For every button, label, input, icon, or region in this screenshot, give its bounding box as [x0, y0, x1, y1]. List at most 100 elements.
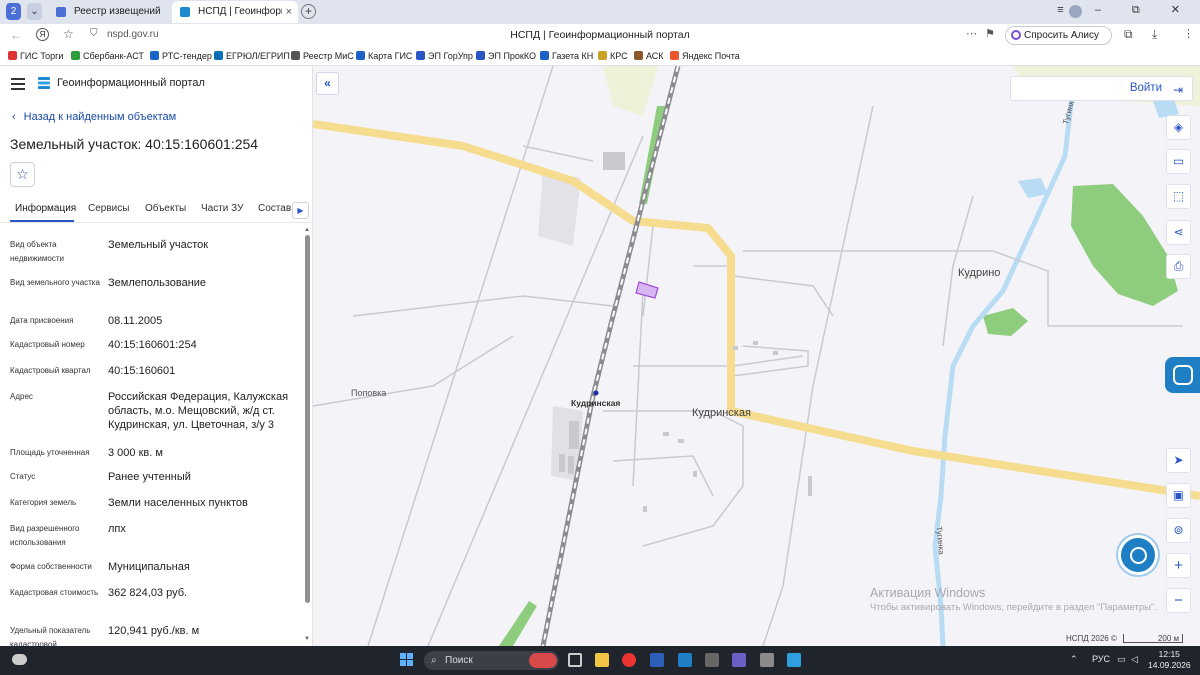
extensions-icon[interactable]: ⧉	[1124, 27, 1133, 42]
alice-button[interactable]: Спросить Алису AI	[1005, 26, 1112, 58]
bookmark-favicon-icon	[214, 51, 223, 60]
tabs-menu-chevron-icon[interactable]: ⌄	[27, 3, 42, 20]
bookmark-item[interactable]: Газета КН	[540, 51, 593, 61]
bookmark-favicon-icon	[291, 51, 300, 60]
back-arrow-icon[interactable]: ←	[10, 28, 22, 42]
collapse-panel-button[interactable]: «	[316, 72, 339, 95]
bookmark-item[interactable]: АСК	[634, 51, 664, 61]
tabs-next-arrow-icon[interactable]: ▶	[292, 202, 309, 219]
bookmark-item[interactable]: РТС-тендер	[150, 51, 212, 61]
hamburger-menu-icon[interactable]	[11, 78, 25, 90]
bookmark-item[interactable]: Реестр МиС	[291, 51, 354, 61]
bookmark-item[interactable]: Сбербанк-АСТ	[71, 51, 144, 61]
bookmark-item[interactable]: ЭП ГорУпр	[416, 51, 473, 61]
remote-desktop-icon[interactable]	[787, 653, 801, 667]
zoom-in-button[interactable]: +	[1166, 553, 1191, 578]
search-on-map-button[interactable]: ⊚	[1166, 518, 1191, 543]
gerb-icon	[56, 7, 66, 17]
teams-icon[interactable]	[732, 653, 746, 667]
yandex-icon[interactable]: Я	[36, 28, 49, 41]
more-icon[interactable]: ⋯	[966, 27, 977, 40]
windows-activation-watermark: Активация Windows Чтобы активировать Win…	[870, 586, 1157, 613]
print-button[interactable]: ⎙	[1166, 254, 1191, 279]
windows-start-icon[interactable]	[400, 653, 414, 667]
map-label-station: Кудринская	[571, 398, 621, 408]
url-field[interactable]: nspd.gov.ru	[107, 29, 159, 40]
select-area-button[interactable]: ⬚	[1166, 184, 1191, 209]
zoom-out-button[interactable]: −	[1166, 588, 1191, 613]
tab-nspd[interactable]: НСПД | Геоинформаци ×	[172, 1, 298, 23]
side-widget-tab[interactable]	[1165, 357, 1200, 393]
bookmark-item[interactable]: ЕГРЮЛ/ЕГРИП	[214, 51, 290, 61]
basemap-button[interactable]: ▣	[1166, 483, 1191, 508]
tray-chevron-icon[interactable]: ⌃	[1070, 654, 1078, 665]
scroll-down-arrow-icon[interactable]: ▼	[304, 636, 310, 642]
layers-button[interactable]: ◈	[1166, 115, 1191, 140]
chevron-left-icon: ‹	[12, 111, 16, 123]
alice-icon	[1011, 30, 1021, 40]
ruler-button[interactable]: ▭	[1166, 149, 1191, 174]
bookmark-favicon-icon	[670, 51, 679, 60]
network-icon[interactable]: ▭	[1117, 654, 1126, 665]
login-label: Войти	[1129, 82, 1162, 94]
volume-icon[interactable]: ◁	[1131, 654, 1138, 665]
bookmark-item[interactable]: Яндекс Почта	[670, 51, 740, 61]
tab-composition[interactable]: Состав	[258, 203, 291, 214]
portal-name: Геоинформационный портал	[57, 77, 205, 89]
star-bookmark-icon[interactable]: ☆	[63, 27, 74, 41]
word-icon[interactable]	[650, 653, 664, 667]
taskbar-clock[interactable]: 12:15 14.09.2026	[1148, 649, 1191, 671]
station-buildings	[559, 152, 812, 512]
selected-parcel	[635, 281, 659, 299]
bookmark-item[interactable]: Карта ГИС	[356, 51, 412, 61]
tab-services[interactable]: Сервисы	[88, 203, 129, 214]
favorite-star-button[interactable]: ☆	[10, 162, 35, 187]
map-copyright: НСПД 2026 ©	[1066, 634, 1117, 643]
tab-counter-button[interactable]: 2	[6, 3, 21, 20]
menu-more-icon[interactable]: ⋮	[1183, 27, 1194, 40]
downloads-icon[interactable]: ⤓	[1152, 27, 1157, 42]
tab-title: НСПД | Геоинформаци	[198, 6, 282, 17]
geolocation-button[interactable]: ➤	[1166, 448, 1191, 473]
outlook-icon[interactable]	[678, 653, 692, 667]
chat-assistant-button[interactable]	[1118, 535, 1158, 575]
bookmark-favicon-icon	[8, 51, 17, 60]
tab-title: Реестр извещений	[74, 6, 161, 17]
back-to-results-link[interactable]: ‹ Назад к найденным объектам	[12, 111, 176, 123]
app-icon[interactable]	[760, 653, 774, 667]
river	[932, 85, 1076, 646]
nspd-logo-icon	[180, 7, 190, 17]
login-button[interactable]: Войти ⇥	[1010, 76, 1193, 101]
language-indicator[interactable]: РУС	[1092, 654, 1110, 664]
share-button[interactable]: ⋖	[1166, 220, 1191, 245]
new-tab-button[interactable]: +	[301, 4, 316, 19]
bookmark-item[interactable]: ЭП ПрокКО	[476, 51, 536, 61]
calculator-icon[interactable]	[705, 653, 719, 667]
yandex-browser-icon[interactable]	[622, 653, 636, 667]
bookmark-icon[interactable]: ⚑	[985, 27, 995, 40]
bookmark-favicon-icon	[598, 51, 607, 60]
panel-scrollbar[interactable]	[305, 235, 310, 603]
main-road	[313, 120, 1200, 500]
bookmark-item[interactable]: КРС	[598, 51, 628, 61]
task-view-icon[interactable]	[568, 653, 582, 667]
map-scale-bar: 200 м	[1123, 634, 1183, 643]
shield-icon: ⛉	[90, 28, 98, 39]
bookmark-favicon-icon	[356, 51, 365, 60]
file-explorer-icon[interactable]	[595, 653, 609, 667]
tab-parts[interactable]: Части ЗУ	[201, 203, 243, 214]
tab-info[interactable]: Информация	[15, 203, 76, 214]
close-tab-icon[interactable]: ×	[286, 1, 292, 23]
taskbar-search[interactable]: ⌕ Поиск	[424, 651, 559, 670]
weather-icon[interactable]	[12, 654, 27, 665]
window-controls[interactable]: ≡ – ⧉ ✕	[1057, 3, 1194, 17]
bookmark-favicon-icon	[150, 51, 159, 60]
bookmark-favicon-icon	[71, 51, 80, 60]
active-tab-indicator	[10, 220, 74, 222]
bookmark-item[interactable]: ГИС Торги	[8, 51, 63, 61]
tab-objects[interactable]: Объекты	[145, 203, 186, 214]
map-label-kudrino: Кудрино	[958, 267, 1001, 279]
scroll-up-arrow-icon[interactable]: ▲	[304, 227, 310, 233]
map-canvas[interactable]: Кудрино Поповка Кудринская Кудринская Ту…	[313, 66, 1200, 646]
tab-registry[interactable]: Реестр извещений	[48, 1, 171, 23]
